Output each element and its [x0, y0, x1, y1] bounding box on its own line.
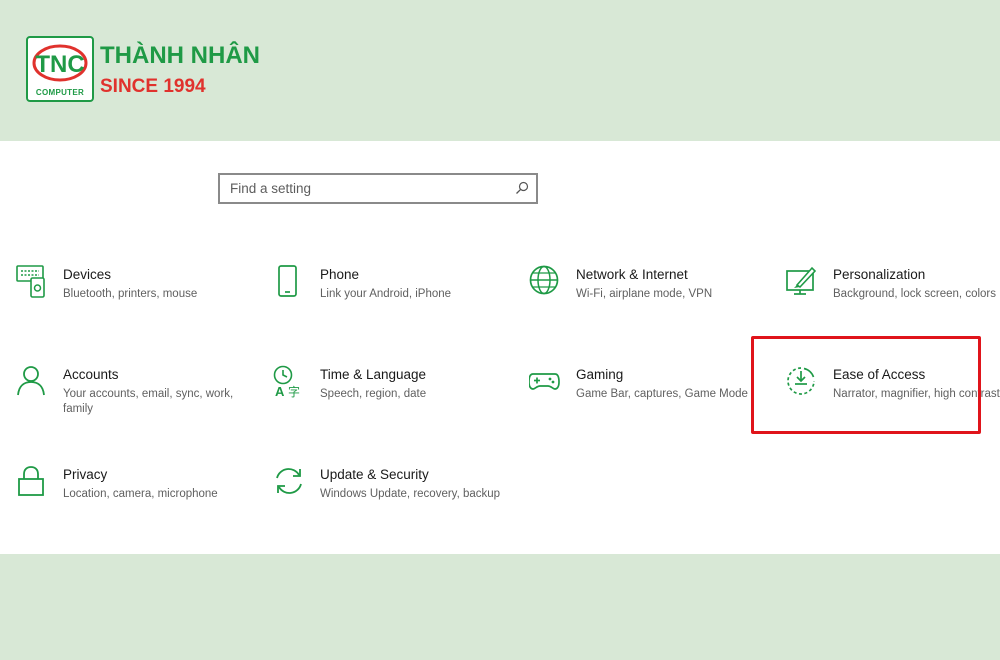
brand-since: SINCE 1994	[100, 76, 206, 97]
logo-text: TNC	[35, 51, 84, 78]
tile-description: Windows Update, recovery, backup	[320, 488, 501, 500]
time-language-icon: A 字	[273, 365, 300, 399]
logo-mark-icon: TNC	[32, 44, 88, 82]
tile-title: Accounts	[63, 367, 119, 382]
tile-network-internet[interactable]: Network & Internet Wi-Fi, airplane mode,…	[529, 265, 759, 335]
tile-description: Bluetooth, printers, mouse	[63, 288, 198, 300]
tile-description: Background, lock screen, colors	[833, 288, 996, 300]
tile-title: Update & Security	[320, 467, 429, 482]
tnc-logo: TNC COMPUTER	[26, 36, 94, 102]
tile-title: Privacy	[63, 467, 108, 482]
tile-devices[interactable]: Devices Bluetooth, printers, mouse	[16, 265, 246, 335]
search-icon[interactable]	[515, 181, 529, 195]
svg-text:A: A	[275, 384, 285, 399]
phone-icon	[278, 265, 297, 297]
tile-title: Network & Internet	[576, 267, 688, 282]
personalization-icon	[786, 266, 817, 295]
person-icon	[17, 366, 45, 396]
globe-icon	[529, 265, 559, 295]
search-input[interactable]: Find a setting	[218, 173, 538, 204]
tile-title: Personalization	[833, 267, 926, 282]
tile-gaming[interactable]: Gaming Game Bar, captures, Game Mode	[529, 365, 759, 435]
tile-title: Time & Language	[320, 367, 427, 382]
devices-icon	[16, 265, 45, 298]
highlight-box	[751, 336, 981, 434]
tile-description: Link your Android, iPhone	[320, 288, 452, 300]
tile-title: Phone	[320, 267, 360, 282]
lock-icon	[18, 466, 44, 496]
tile-description: Game Bar, captures, Game Mode	[576, 388, 748, 400]
tile-time-language[interactable]: A 字 Time & Language Speech, region, date	[273, 365, 503, 435]
tile-description: Wi-Fi, airplane mode, VPN	[576, 288, 713, 300]
tile-update-security[interactable]: Update & Security Windows Update, recove…	[273, 465, 503, 535]
svg-text:字: 字	[288, 384, 300, 399]
brand-name: THÀNH NHÂN	[100, 42, 260, 69]
sync-icon	[276, 468, 302, 494]
tile-title: Gaming	[576, 367, 624, 382]
tile-description: Speech, region, date	[320, 388, 427, 400]
tile-personalization[interactable]: Personalization Background, lock screen,…	[786, 265, 1000, 335]
brand-header: TNC COMPUTER THÀNH NHÂN SINCE 1994	[26, 36, 286, 102]
logo-subtitle: COMPUTER	[35, 88, 85, 97]
settings-panel: Find a setting Devices Bluetooth, printe…	[0, 141, 1000, 554]
gamepad-icon	[529, 373, 560, 390]
tile-privacy[interactable]: Privacy Location, camera, microphone	[16, 465, 246, 535]
tile-phone[interactable]: Phone Link your Android, iPhone	[273, 265, 503, 335]
tile-title: Devices	[63, 267, 112, 282]
tile-accounts[interactable]: Accounts Your accounts, email, sync, wor…	[16, 365, 246, 435]
search-placeholder: Find a setting	[230, 181, 312, 196]
tile-description: Location, camera, microphone	[63, 488, 218, 500]
tile-description: Your accounts, email, sync, work, family	[63, 388, 234, 415]
